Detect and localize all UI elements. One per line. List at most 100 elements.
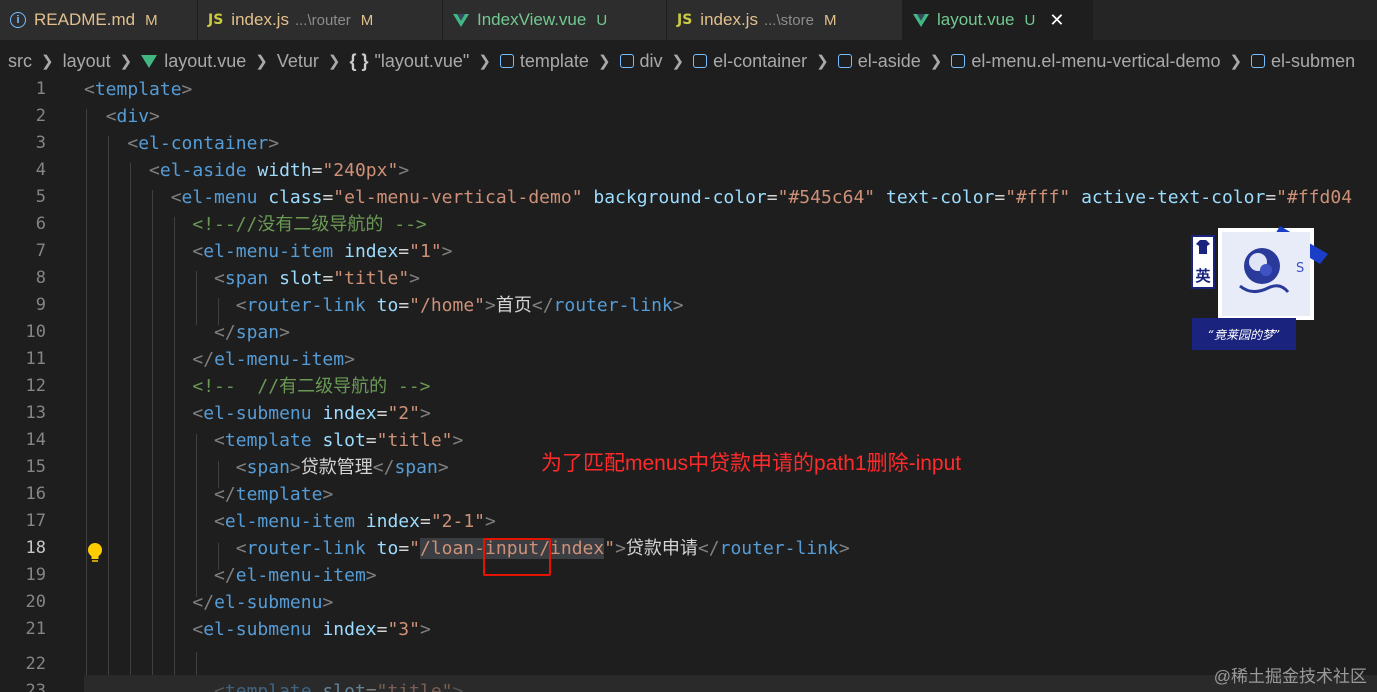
breadcrumb-item[interactable]: src ❯ — [8, 51, 63, 72]
code-line: 2 <div> — [0, 103, 1377, 130]
code-line: 9 <router-link to="/home">首页</router-lin… — [0, 292, 1377, 319]
code-text: <div> — [105, 106, 160, 127]
braces-icon: { } — [349, 50, 369, 71]
line-number: 20 — [25, 592, 46, 612]
cube-icon — [693, 54, 708, 68]
line-number: 22 — [25, 654, 46, 674]
chevron-right-icon: ❯ — [1229, 53, 1243, 70]
code-line: 16 </template> — [0, 481, 1377, 508]
line-number: 13 — [25, 403, 46, 423]
code-text: </el-menu-item> — [214, 565, 377, 586]
line-number: 14 — [25, 430, 46, 450]
untracked-badge: U — [1024, 11, 1036, 29]
line-number: 6 — [35, 214, 46, 234]
code-line: 7 <el-menu-item index="1"> — [0, 238, 1377, 265]
code-text: <!--//没有二级导航的 --> — [192, 214, 427, 235]
line-number: 12 — [25, 376, 46, 396]
breadcrumb-item[interactable]: layout.vue ❯ — [141, 51, 277, 72]
breadcrumb-item[interactable]: { } "layout.vue" ❯ — [349, 51, 499, 72]
tab-indexview[interactable]: IndexView.vue U — [443, 0, 667, 40]
code-text: <!-- //有二级导航的 --> — [192, 376, 431, 397]
code-text: </template> — [214, 484, 334, 505]
tab-readme[interactable]: i README.md M — [0, 0, 198, 40]
chevron-right-icon: ❯ — [597, 53, 611, 70]
cube-icon — [951, 54, 966, 68]
code-text: <el-aside width="240px"> — [149, 160, 410, 181]
line-number: 4 — [35, 160, 46, 180]
tab-label: index.js — [700, 10, 758, 29]
code-line: 6 <!--//没有二级导航的 --> — [0, 211, 1377, 238]
code-line: 3 <el-container> — [0, 130, 1377, 157]
decorative-sticker-image: 英 S “竟莱园的梦” — [1191, 226, 1328, 350]
line-number: 3 — [35, 133, 46, 153]
chevron-right-icon: ❯ — [327, 53, 341, 70]
watermark: @稀土掘金技术社区 — [1213, 667, 1367, 686]
tab-layout[interactable]: layout.vue U ✕ — [903, 0, 1093, 40]
breadcrumb-item[interactable]: el-submen — [1251, 51, 1355, 72]
code-line: 5 <el-menu class="el-menu-vertical-demo"… — [0, 184, 1377, 211]
code-text: <span>贷款管理</span> — [235, 457, 449, 478]
tab-router-index[interactable]: JS index.js ...\router M — [198, 0, 443, 40]
code-line: 1 <template> — [0, 76, 1377, 103]
breadcrumb-item[interactable]: layout ❯ — [63, 51, 142, 72]
svg-text:S: S — [1296, 261, 1304, 276]
line-number: 11 — [25, 349, 46, 369]
breadcrumb-item[interactable]: div ❯ — [619, 51, 694, 72]
line-number: 18 — [25, 538, 46, 558]
code-line: 10 </span> — [0, 319, 1377, 346]
chevron-right-icon: ❯ — [119, 53, 133, 70]
info-icon: i — [10, 12, 26, 28]
chevron-right-icon: ❯ — [41, 53, 54, 70]
code-text: <el-menu-item index="2-1"> — [214, 511, 496, 532]
code-text: <template slot="title"> — [214, 681, 464, 692]
tab-label: index.js — [231, 10, 289, 29]
tab-label: layout.vue — [937, 10, 1015, 29]
code-line: 20 </el-submenu> — [0, 589, 1377, 616]
sticker-char: 英 — [1195, 267, 1211, 285]
lightbulb-icon[interactable] — [86, 542, 104, 564]
breadcrumb-item[interactable]: template ❯ — [499, 51, 620, 72]
modified-badge: M — [145, 11, 158, 29]
code-text: <el-container> — [127, 133, 280, 154]
code-text: </el-menu-item> — [192, 349, 355, 370]
code-line: 11 </el-menu-item> — [0, 346, 1377, 373]
code-line: 13 <el-submenu index="2"> — [0, 400, 1377, 427]
breadcrumb-item[interactable]: el-menu.el-menu-vertical-demo ❯ — [951, 51, 1251, 72]
line-number: 7 — [35, 241, 46, 261]
line-number: 9 — [35, 295, 46, 315]
modified-badge: M — [823, 11, 837, 29]
code-line: 4 <el-aside width="240px"> — [0, 157, 1377, 184]
chevron-right-icon: ❯ — [671, 53, 685, 70]
vue-icon — [913, 13, 929, 27]
untracked-badge: U — [596, 11, 608, 29]
breadcrumb-item[interactable]: el-container ❯ — [693, 51, 838, 72]
cube-icon — [1251, 54, 1266, 68]
modified-badge: M — [360, 11, 374, 29]
code-line: 8 <span slot="title"> — [0, 265, 1377, 292]
code-line: 21 <el-submenu index="3"> — [0, 616, 1377, 643]
highlight-box — [483, 538, 551, 576]
line-number: 2 — [35, 106, 46, 126]
breadcrumb-item[interactable]: el-aside ❯ — [837, 51, 952, 72]
chevron-right-icon: ❯ — [478, 53, 491, 70]
breadcrumb-item[interactable]: Vetur ❯ — [277, 51, 350, 72]
cube-icon — [837, 54, 852, 68]
line-number: 5 — [35, 187, 46, 207]
line-number: 16 — [25, 484, 46, 504]
js-icon: JS — [677, 12, 693, 28]
tab-label: IndexView.vue — [477, 10, 587, 29]
close-icon[interactable]: ✕ — [1049, 10, 1064, 31]
line-number: 23 — [25, 681, 46, 692]
cube-icon — [499, 54, 514, 68]
line-number: 15 — [25, 457, 46, 477]
tab-description: ...\store — [763, 11, 814, 29]
code-text: <el-menu class="el-menu-vertical-demo" b… — [170, 187, 1353, 208]
code-line: 17 <el-menu-item index="2-1"> — [0, 508, 1377, 535]
tab-label: README.md — [34, 10, 136, 29]
code-editor[interactable]: 1 <template> 2 <div> 3 <el-container> 4 <… — [0, 79, 1377, 692]
tab-store-index[interactable]: JS index.js ...\store M — [667, 0, 903, 40]
code-text: <router-link to="/home">首页</router-link> — [235, 295, 684, 316]
code-text: <router-link to="/loan-input/index">贷款申请… — [235, 538, 850, 559]
sticker-caption: “竟莱园的梦” — [1208, 328, 1280, 342]
chevron-right-icon: ❯ — [255, 53, 268, 70]
